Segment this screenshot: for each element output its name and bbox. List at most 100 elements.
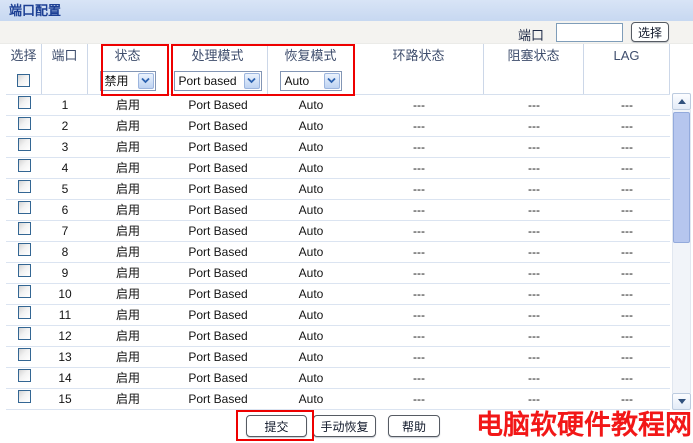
column-header-recovery-mode: 恢复模式: [268, 44, 354, 67]
cell-port: 11: [42, 305, 88, 325]
cell-status: 启用: [88, 242, 168, 262]
help-button[interactable]: 帮助: [388, 415, 440, 437]
column-header-port: 端口: [42, 44, 88, 67]
row-checkbox[interactable]: [18, 201, 31, 214]
column-header-status: 状态: [88, 44, 168, 67]
cell-block-status: ---: [484, 326, 584, 346]
cell-port: 1: [42, 95, 88, 115]
cell-recovery-mode: Auto: [268, 263, 354, 283]
cell-recovery-mode: Auto: [268, 284, 354, 304]
cell-block-status: ---: [484, 116, 584, 136]
row-checkbox[interactable]: [18, 117, 31, 130]
row-checkbox[interactable]: [18, 390, 31, 403]
cell-port: 7: [42, 221, 88, 241]
cell-port: 12: [42, 326, 88, 346]
cell-port: 15: [42, 389, 88, 409]
port-input[interactable]: [556, 23, 623, 42]
cell-status: 启用: [88, 347, 168, 367]
cell-recovery-mode: Auto: [268, 95, 354, 115]
table-header-row: 选择 端口 状态 处理模式 恢复模式 环路状态 阻塞状态 LAG: [6, 44, 670, 67]
process-mode-filter-select[interactable]: Port based: [174, 71, 262, 91]
dropdown-arrow-icon[interactable]: [244, 73, 260, 89]
table-row: 2启用Port BasedAuto---------: [6, 116, 670, 137]
column-header-select: 选择: [6, 44, 42, 67]
cell-recovery-mode: Auto: [268, 179, 354, 199]
select-all-checkbox[interactable]: [17, 74, 30, 87]
cell-port: 4: [42, 158, 88, 178]
page-title: 端口配置: [0, 0, 693, 21]
cell-block-status: ---: [484, 200, 584, 220]
table-scrollbar[interactable]: [672, 93, 691, 410]
select-button[interactable]: 选择: [631, 22, 669, 42]
cell-loop-status: ---: [354, 284, 484, 304]
table-filter-row: 禁用 Port based Auto: [6, 67, 670, 95]
cell-block-status: ---: [484, 368, 584, 388]
cell-loop-status: ---: [354, 347, 484, 367]
cell-status: 启用: [88, 116, 168, 136]
cell-lag: ---: [584, 200, 670, 220]
toolbar: 端口 选择: [0, 21, 693, 43]
row-checkbox[interactable]: [18, 264, 31, 277]
cell-loop-status: ---: [354, 116, 484, 136]
cell-lag: ---: [584, 116, 670, 136]
cell-loop-status: ---: [354, 221, 484, 241]
cell-lag: ---: [584, 263, 670, 283]
status-filter-select[interactable]: 禁用: [100, 71, 156, 91]
row-checkbox[interactable]: [18, 159, 31, 172]
status-filter-value: 禁用: [101, 72, 137, 89]
cell-block-status: ---: [484, 305, 584, 325]
cell-recovery-mode: Auto: [268, 305, 354, 325]
watermark-text: 电脑软硬件教程网: [476, 403, 692, 442]
table-body: 1启用Port BasedAuto---------2启用Port BasedA…: [0, 95, 693, 410]
table-row: 3启用Port BasedAuto---------: [6, 137, 670, 158]
cell-status: 启用: [88, 158, 168, 178]
submit-button[interactable]: 提交: [246, 415, 307, 437]
row-checkbox[interactable]: [18, 138, 31, 151]
cell-block-status: ---: [484, 263, 584, 283]
table-row: 1启用Port BasedAuto---------: [6, 95, 670, 116]
cell-lag: ---: [584, 305, 670, 325]
cell-port: 13: [42, 347, 88, 367]
cell-recovery-mode: Auto: [268, 158, 354, 178]
scroll-up-icon: [678, 99, 686, 104]
row-checkbox[interactable]: [18, 243, 31, 256]
port-table: 选择 端口 状态 处理模式 恢复模式 环路状态 阻塞状态 LAG 禁用: [0, 43, 693, 410]
dropdown-arrow-icon[interactable]: [138, 73, 154, 89]
row-checkbox[interactable]: [18, 222, 31, 235]
cell-loop-status: ---: [354, 263, 484, 283]
cell-lag: ---: [584, 284, 670, 304]
row-checkbox[interactable]: [18, 327, 31, 340]
dropdown-arrow-icon[interactable]: [324, 73, 340, 89]
scroll-up-button[interactable]: [672, 93, 691, 110]
row-checkbox[interactable]: [18, 369, 31, 382]
row-checkbox[interactable]: [18, 96, 31, 109]
column-header-lag: LAG: [584, 44, 670, 67]
port-config-page: 端口配置 端口 选择 选择 端口 状态 处理模式 恢复模式 环路状态 阻塞状态 …: [0, 0, 693, 443]
cell-port: 14: [42, 368, 88, 388]
cell-process-mode: Port Based: [168, 200, 268, 220]
row-checkbox[interactable]: [18, 306, 31, 319]
table-row: 6启用Port BasedAuto---------: [6, 200, 670, 221]
table-row: 9启用Port BasedAuto---------: [6, 263, 670, 284]
row-checkbox[interactable]: [18, 285, 31, 298]
cell-lag: ---: [584, 137, 670, 157]
cell-loop-status: ---: [354, 389, 484, 409]
row-checkbox[interactable]: [18, 348, 31, 361]
manual-recovery-button[interactable]: 手动恢复: [313, 415, 376, 437]
cell-loop-status: ---: [354, 326, 484, 346]
scrollbar-track[interactable]: [672, 110, 691, 393]
cell-status: 启用: [88, 368, 168, 388]
cell-port: 8: [42, 242, 88, 262]
cell-lag: ---: [584, 179, 670, 199]
table-row: 14启用Port BasedAuto---------: [6, 368, 670, 389]
cell-block-status: ---: [484, 158, 584, 178]
cell-port: 6: [42, 200, 88, 220]
cell-recovery-mode: Auto: [268, 242, 354, 262]
recovery-mode-filter-select[interactable]: Auto: [280, 71, 342, 91]
table-row: 11启用Port BasedAuto---------: [6, 305, 670, 326]
cell-process-mode: Port Based: [168, 263, 268, 283]
cell-status: 启用: [88, 305, 168, 325]
scrollbar-thumb[interactable]: [673, 112, 690, 243]
cell-status: 启用: [88, 95, 168, 115]
row-checkbox[interactable]: [18, 180, 31, 193]
